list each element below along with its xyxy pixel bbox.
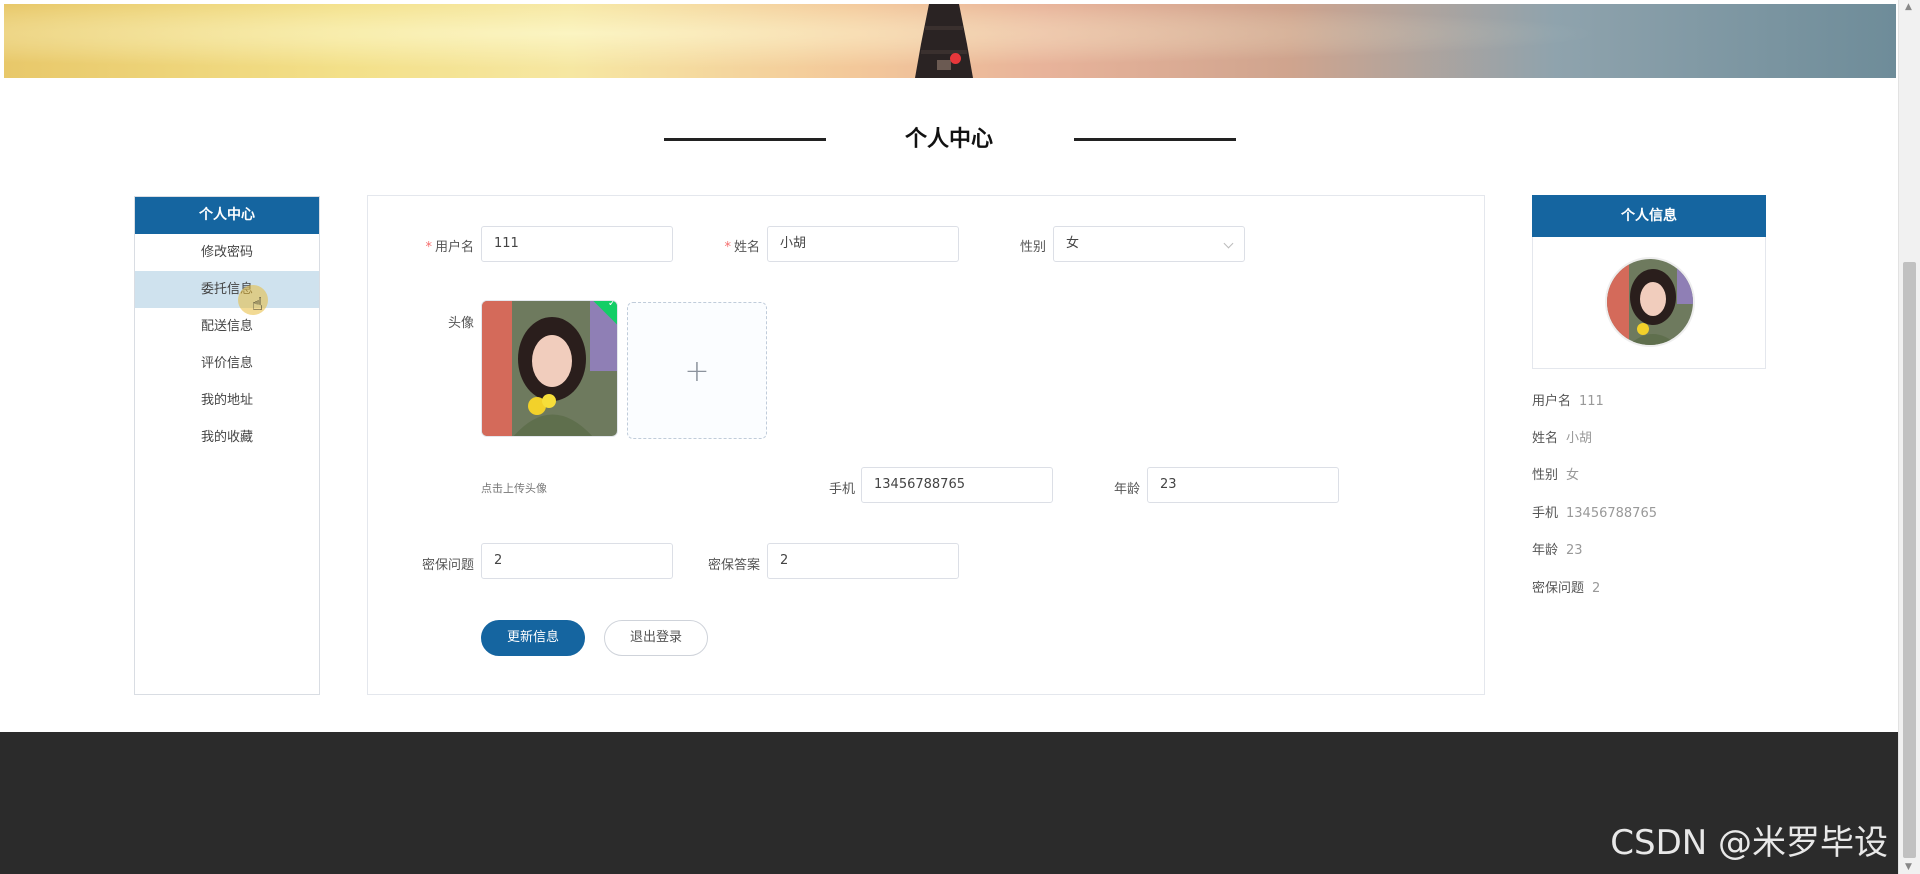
hand-pointer-icon: ☝ — [252, 294, 263, 315]
info-key: 密保问题 — [1532, 581, 1585, 596]
scroll-down-icon[interactable]: ▼ — [1905, 862, 1912, 872]
sidebar-header: 个人中心 — [135, 197, 319, 234]
security-answer-label: 密保答案 — [707, 558, 760, 573]
avatar-upload-tip: 点击上传头像 — [481, 482, 547, 495]
scroll-up-icon[interactable]: ▲ — [1905, 2, 1912, 12]
info-row-phone: 手机 13456788765 — [1532, 502, 1657, 521]
info-value: 女 — [1566, 468, 1580, 483]
avatar-preview[interactable]: ✓ — [481, 300, 618, 437]
scrollbar[interactable]: ▲ ▼ — [1898, 0, 1920, 874]
info-panel-avatar-box — [1532, 237, 1766, 369]
carousel-indicator-dot[interactable] — [950, 53, 961, 64]
gender-label: 性别 — [1019, 240, 1046, 255]
age-label: 年龄 — [1113, 482, 1140, 497]
security-answer-field[interactable]: 2 — [767, 543, 959, 579]
info-key: 性别 — [1532, 468, 1559, 483]
phone-label: 手机 — [828, 482, 855, 497]
banner-carousel — [4, 4, 1896, 78]
logout-button[interactable]: 退出登录 — [604, 620, 708, 656]
update-info-button[interactable]: 更新信息 — [481, 620, 585, 656]
sidebar-item-my-address[interactable]: 我的地址 — [135, 382, 319, 419]
info-key: 年龄 — [1532, 543, 1559, 558]
info-value: 111 — [1579, 394, 1604, 409]
tower-image — [915, 4, 973, 78]
age-field[interactable]: 23 — [1147, 467, 1339, 503]
sidebar-item-commission-info[interactable]: 委托信息 — [135, 271, 319, 308]
info-key: 手机 — [1532, 506, 1559, 521]
sidebar-item-my-favorites[interactable]: 我的收藏 — [135, 419, 319, 456]
profile-form: * 用户名 111 * 姓名 小胡 性别 女 头像 ✓ + 点击上传头像 手机 13… — [367, 195, 1485, 695]
scrollbar-thumb[interactable] — [1903, 262, 1916, 858]
username-field[interactable]: 111 — [481, 226, 673, 262]
info-value: 小胡 — [1566, 431, 1593, 446]
info-value: 13456788765 — [1566, 506, 1657, 521]
info-row-name: 姓名 小胡 — [1532, 427, 1592, 446]
info-row-username: 用户名 111 — [1532, 390, 1604, 409]
security-question-field[interactable]: 2 — [481, 543, 673, 579]
avatar — [1605, 257, 1695, 347]
title-divider-right — [1074, 138, 1236, 141]
info-row-age: 年龄 23 — [1532, 539, 1583, 558]
avatar-label: 头像 — [447, 316, 474, 331]
chevron-down-icon — [1223, 238, 1234, 249]
avatar-upload-button[interactable]: + — [627, 302, 767, 439]
sidebar-menu: 个人中心 修改密码 委托信息 配送信息 评价信息 我的地址 我的收藏 ☝ — [134, 196, 320, 695]
phone-field[interactable]: 13456788765 — [861, 467, 1053, 503]
info-value: 23 — [1566, 543, 1583, 558]
gender-select-value: 女 — [1066, 236, 1080, 251]
avatar-image — [482, 301, 617, 436]
check-icon: ✓ — [607, 300, 617, 309]
profile-avatar-image — [1607, 259, 1693, 345]
username-label: * 用户名 — [425, 240, 474, 255]
info-row-gender: 性别女 — [1532, 464, 1579, 483]
info-row-security-question: 密保问题 2 — [1532, 577, 1600, 596]
info-key: 姓名 — [1532, 431, 1559, 446]
page-title: 个人中心 — [904, 127, 993, 152]
info-value: 2 — [1592, 581, 1601, 596]
footer: CSDN @米罗毕设 — [0, 732, 1898, 874]
info-key: 用户名 — [1532, 394, 1572, 409]
name-label: * 姓名 — [724, 240, 760, 255]
sidebar-item-delivery-info[interactable]: 配送信息 — [135, 308, 319, 345]
sidebar-item-change-password[interactable]: 修改密码 — [135, 234, 319, 271]
page-title-section: 个人中心 — [0, 118, 1898, 154]
plus-icon: + — [684, 354, 710, 389]
security-question-label: 密保问题 — [421, 558, 474, 573]
name-field[interactable]: 小胡 — [767, 226, 959, 262]
gender-select[interactable]: 女 — [1053, 226, 1245, 262]
info-panel-header: 个人信息 — [1532, 195, 1766, 237]
watermark: CSDN @米罗毕设 — [1610, 823, 1888, 863]
sidebar-item-review-info[interactable]: 评价信息 — [135, 345, 319, 382]
